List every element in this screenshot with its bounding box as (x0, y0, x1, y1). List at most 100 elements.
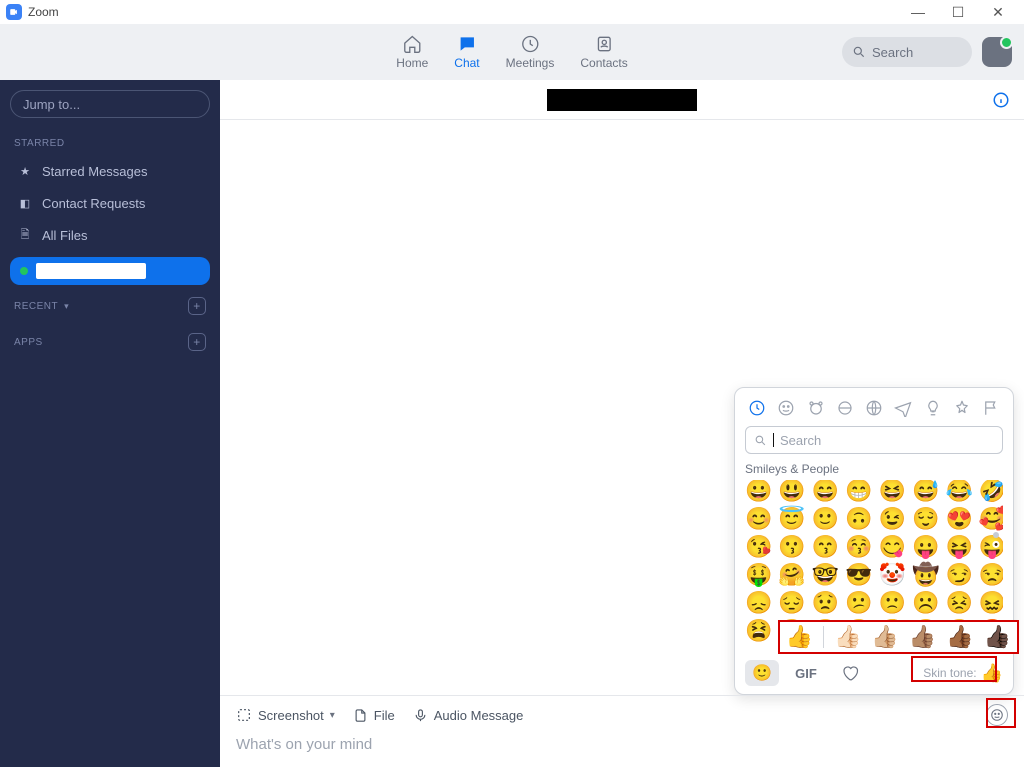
emoji-item[interactable]: ☹️ (912, 592, 939, 614)
emoji-item[interactable]: 😀 (745, 480, 772, 502)
emoji-item[interactable]: 🤑 (745, 564, 772, 586)
window-minimize-button[interactable]: — (898, 0, 938, 24)
emoji-item[interactable]: 😌 (912, 508, 939, 530)
emoji-cat-activity[interactable] (864, 398, 884, 418)
gif-tab-button[interactable]: GIF (789, 660, 823, 686)
emoji-item[interactable]: 😛 (912, 536, 939, 558)
emoji-item[interactable]: 🤣 (979, 480, 1003, 502)
emoji-cat-flags[interactable] (981, 398, 1001, 418)
skintone-selector[interactable]: Skin tone: 👍 (923, 663, 1003, 684)
emoji-item[interactable]: 😁 (845, 480, 872, 502)
emoji-category-tabs (745, 396, 1003, 426)
emoji-item[interactable]: 😒 (979, 564, 1003, 586)
jump-to-input[interactable]: Jump to... (10, 90, 210, 118)
sidebar-item-starred-messages[interactable]: ★Starred Messages (10, 155, 210, 187)
window-close-button[interactable]: ✕ (978, 0, 1018, 24)
sidebar-item-active-contact[interactable] (10, 257, 210, 285)
emoji-cat-symbols[interactable] (952, 398, 972, 418)
scrollbar-thumb[interactable] (993, 532, 999, 538)
emoji-search-input[interactable]: Search (745, 426, 1003, 454)
emoji-item[interactable]: 😫 (745, 620, 772, 642)
skintone-option[interactable]: 👍🏻 (834, 626, 861, 648)
skintone-option[interactable]: 👍🏽 (909, 626, 936, 648)
window-maximize-button[interactable]: ☐ (938, 0, 978, 24)
emoji-item[interactable]: 🥰 (979, 508, 1003, 530)
emoji-grid: 😀 😃 😄 😁 😆 😅 😂 🤣 😊 😇 🙂 🙃 😉 😌 😍 🥰 😘 😗 😙 😚 😋 😛 😝 😜 🤑 🤗 🤓 😎 🤡 🤠 😏 😒 😞 😔 😟 😕 🙁 ☹️ 😣… (745, 480, 1003, 642)
info-icon[interactable] (992, 91, 1010, 109)
emoji-item[interactable]: 😉 (879, 508, 906, 530)
emoji-item[interactable]: 😘 (745, 536, 772, 558)
emoji-item[interactable]: 😙 (812, 536, 839, 558)
emoji-item[interactable]: 😇 (778, 508, 805, 530)
add-recent-button[interactable]: + (188, 297, 206, 315)
nav-meetings-label: Meetings (506, 56, 555, 70)
sidebar-heading-recent[interactable]: RECENT▾+ (14, 297, 206, 315)
emoji-item[interactable]: 🤗 (778, 564, 805, 586)
sidebar-item-all-files[interactable]: 🗎All Files (10, 219, 210, 251)
emoji-item[interactable]: 😆 (879, 480, 906, 502)
emoji-item[interactable]: 😗 (778, 536, 805, 558)
skintone-option[interactable]: 👍🏿 (984, 626, 1011, 648)
audio-message-button[interactable]: Audio Message (413, 708, 524, 723)
emoji-item[interactable]: 🙃 (845, 508, 872, 530)
message-input[interactable]: What's on your mind (236, 736, 1008, 753)
nav-chat[interactable]: Chat (454, 34, 479, 70)
emoji-item[interactable]: 😚 (845, 536, 872, 558)
global-search-placeholder: Search (872, 45, 913, 60)
emoji-cat-animals[interactable] (806, 398, 826, 418)
nav-chat-label: Chat (454, 56, 479, 70)
nav-contacts[interactable]: Contacts (580, 34, 627, 70)
emoji-item[interactable]: 😜 (979, 536, 1003, 558)
clock-icon (520, 34, 540, 54)
emoji-cat-food[interactable] (835, 398, 855, 418)
skintone-option[interactable]: 👍🏾 (946, 626, 973, 648)
favorites-tab-button[interactable] (833, 660, 867, 686)
profile-avatar[interactable] (982, 37, 1012, 67)
screenshot-button[interactable]: Screenshot ▾ (236, 707, 335, 723)
star-icon: ★ (18, 165, 32, 178)
emoji-item[interactable]: 😏 (945, 564, 972, 586)
sidebar-heading-starred: STARRED (14, 138, 206, 149)
nav-home[interactable]: Home (396, 34, 428, 70)
emoji-item[interactable]: 🤓 (812, 564, 839, 586)
emoji-item[interactable]: 😋 (879, 536, 906, 558)
emoji-item[interactable]: 😣 (945, 592, 972, 614)
file-button[interactable]: File (353, 708, 395, 723)
emoji-item[interactable]: 😍 (945, 508, 972, 530)
emoji-item[interactable]: 😎 (845, 564, 872, 586)
emoji-item[interactable]: 🤠 (912, 564, 939, 586)
sidebar-item-contact-requests[interactable]: ◧Contact Requests (10, 187, 210, 219)
zoom-logo-icon (6, 4, 22, 20)
emoji-item[interactable]: 😖 (979, 592, 1003, 614)
sidebar-heading-apps[interactable]: APPS+ (14, 333, 206, 351)
emoji-cat-travel[interactable] (893, 398, 913, 418)
contacts-icon (594, 34, 614, 54)
emoji-cat-objects[interactable] (923, 398, 943, 418)
jump-to-placeholder: Jump to... (23, 97, 80, 112)
global-search[interactable]: Search (842, 37, 972, 67)
emoji-item[interactable]: 😔 (778, 592, 805, 614)
emoji-item[interactable]: 😟 (812, 592, 839, 614)
search-icon (852, 45, 866, 59)
emoji-item[interactable]: 😃 (778, 480, 805, 502)
chevron-down-icon: ▾ (64, 301, 69, 312)
emoji-item[interactable]: 😊 (745, 508, 772, 530)
nav-meetings[interactable]: Meetings (506, 34, 555, 70)
emoji-item[interactable]: 😂 (945, 480, 972, 502)
emoji-item[interactable]: 🤡 (879, 564, 906, 586)
emoji-item[interactable]: 🙂 (812, 508, 839, 530)
emoji-item[interactable]: 😅 (912, 480, 939, 502)
emoji-cat-smileys[interactable] (776, 398, 796, 418)
emoji-tab-button[interactable]: 🙂 (745, 660, 779, 686)
emoji-item[interactable]: 😕 (845, 592, 872, 614)
emoji-item[interactable]: 😄 (812, 480, 839, 502)
skintone-option[interactable]: 👍🏼 (871, 626, 898, 648)
emoji-item[interactable]: 😝 (945, 536, 972, 558)
chat-messages-area: Search Smileys & People 😀😃😄😁😆😅😂🤣😊😇🙂🙃😉😌😍🥰… (220, 120, 1024, 695)
emoji-cat-recent[interactable] (747, 398, 767, 418)
emoji-item[interactable]: 😞 (745, 592, 772, 614)
add-app-button[interactable]: + (188, 333, 206, 351)
emoji-item[interactable]: 🙁 (879, 592, 906, 614)
emoji-button[interactable] (986, 704, 1008, 726)
skintone-option[interactable]: 👍 (786, 626, 813, 648)
